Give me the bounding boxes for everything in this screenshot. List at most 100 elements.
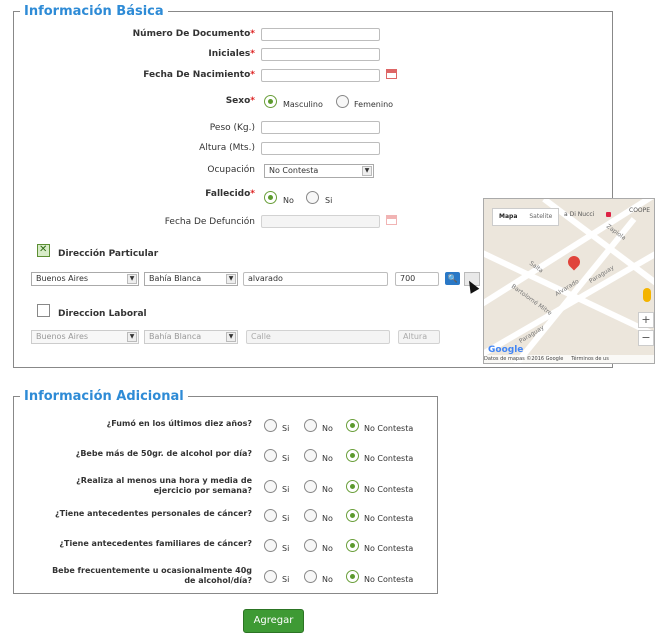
zoom-in-button[interactable]: + [638, 312, 654, 328]
dir-laboral-label: Direccion Laboral [58, 309, 147, 319]
sexo-label: Sexo* [225, 96, 255, 106]
zoom-out-button[interactable]: − [638, 330, 654, 346]
localidad-select[interactable]: Bahía Blanca ▼ [144, 272, 238, 286]
sexo-masculino-radio[interactable] [264, 95, 277, 108]
map-data-credit: Datos de mapas ©2016 Google [484, 356, 564, 362]
question-label: Bebe frecuentemente u ocasionalmente 40g… [52, 566, 252, 586]
option-label: Si [282, 514, 290, 523]
calendar-icon[interactable] [386, 69, 397, 79]
option-radio-no-contesta[interactable] [346, 419, 359, 432]
option-label: No Contesta [364, 485, 414, 494]
poi-marker-icon [606, 212, 611, 217]
laboral-provincia-select[interactable]: Buenos Aires ▼ [31, 330, 139, 344]
ocupacion-select[interactable]: No Contesta ▼ [264, 164, 374, 178]
calle-input[interactable]: alvarado [243, 272, 388, 286]
option-radio-no-contesta[interactable] [346, 509, 359, 522]
option-label: Si [282, 424, 290, 433]
provincia-value: Buenos Aires [36, 274, 89, 283]
option-label: No Contesta [364, 424, 414, 433]
dir-particular-checkbox[interactable] [37, 244, 50, 257]
altura-label: Altura (Mts.) [199, 143, 255, 153]
iniciales-input[interactable] [261, 48, 380, 61]
question-line-2: de alcohol/día? [184, 576, 252, 585]
option-label: No [322, 485, 333, 494]
fallecido-label: Fallecido* [205, 189, 255, 199]
option-radio-no-contesta[interactable] [346, 449, 359, 462]
question-line-1: ¿Tiene antecedentes familiares de cáncer… [59, 539, 252, 548]
sexo-femenino-radio[interactable] [336, 95, 349, 108]
laboral-localidad-value: Bahía Blanca [149, 332, 202, 341]
altura-input[interactable]: 700 [395, 272, 439, 286]
nacimiento-label: Fecha De Nacimiento* [143, 70, 255, 80]
question-row: ¿Fumó en los últimos diez años? [0, 419, 252, 443]
question-label: ¿Fumó en los últimos diez años? [107, 419, 252, 429]
map-type-mapa[interactable]: Mapa [493, 209, 523, 225]
option-label: No Contesta [364, 544, 414, 553]
chevron-down-icon: ▼ [226, 274, 236, 284]
provincia-select[interactable]: Buenos Aires ▼ [31, 272, 139, 286]
calendar-icon[interactable] [386, 215, 397, 225]
map-attribution: Datos de mapas ©2016 Google Términos de u… [484, 355, 654, 363]
chevron-down-icon: ▼ [226, 332, 236, 342]
option-radio-no[interactable] [304, 570, 317, 583]
defuncion-label: Fecha De Defunción [164, 217, 255, 227]
altura-placeholder: Altura [403, 332, 428, 341]
poi2-label: COOPE [629, 207, 651, 214]
fallecido-si-radio[interactable] [306, 191, 319, 204]
option-radio-no-contesta[interactable] [346, 539, 359, 552]
calle-placeholder: Calle [251, 332, 271, 341]
option-radio-no-contesta[interactable] [346, 480, 359, 493]
search-button[interactable]: 🔍 [445, 272, 460, 285]
map-terms-link[interactable]: Términos de us [571, 356, 609, 362]
option-radio-si[interactable] [264, 539, 277, 552]
option-radio-si[interactable] [264, 480, 277, 493]
question-label: ¿Bebe más de 50gr. de alcohol por día? [76, 449, 252, 459]
chevron-down-icon: ▼ [362, 166, 372, 176]
search-icon: 🔍 [447, 274, 458, 283]
question-row: ¿Bebe más de 50gr. de alcohol por día? [0, 449, 252, 473]
fallecido-no-radio[interactable] [264, 191, 277, 204]
option-radio-no-contesta[interactable] [346, 570, 359, 583]
chevron-down-icon: ▼ [127, 332, 137, 342]
option-radio-si[interactable] [264, 509, 277, 522]
question-row: ¿Realiza al menos una hora y media de eje… [0, 476, 252, 500]
option-label: Si [282, 575, 290, 584]
poi-label: a Di Nucci [564, 211, 595, 218]
question-label: ¿Realiza al menos una hora y media de eje… [76, 476, 252, 496]
option-radio-no[interactable] [304, 509, 317, 522]
map-popup[interactable]: Mapa Satelite a Di Nucci COOPE Zapiola S… [483, 198, 655, 364]
question-label: ¿Tiene antecedentes familiares de cáncer… [59, 539, 252, 549]
option-radio-no[interactable] [304, 539, 317, 552]
option-label: Si [282, 485, 290, 494]
iniciales-label: Iniciales* [208, 49, 255, 59]
fallecido-no-label: No [283, 196, 294, 205]
pegman-icon[interactable] [643, 288, 651, 302]
option-label: No [322, 575, 333, 584]
agregar-button[interactable]: Agregar [243, 609, 304, 633]
laboral-localidad-select[interactable]: Bahía Blanca ▼ [144, 330, 238, 344]
laboral-calle-input[interactable]: Calle [246, 330, 390, 344]
dir-laboral-checkbox[interactable] [37, 304, 50, 317]
option-label: No Contesta [364, 514, 414, 523]
option-radio-no[interactable] [304, 449, 317, 462]
option-radio-no[interactable] [304, 419, 317, 432]
documento-label: Número De Documento* [132, 29, 255, 39]
question-row: Bebe frecuentemente u ocasionalmente 40g… [0, 566, 252, 590]
altura-input[interactable] [261, 142, 380, 155]
laboral-altura-input[interactable]: Altura [398, 330, 440, 344]
option-radio-si[interactable] [264, 449, 277, 462]
nacimiento-input[interactable] [261, 69, 380, 82]
peso-input[interactable] [261, 121, 380, 134]
option-label: No [322, 514, 333, 523]
option-label: No Contesta [364, 575, 414, 584]
map-type-toggle: Mapa Satelite [492, 208, 560, 226]
map-type-satelite[interactable]: Satelite [523, 209, 558, 225]
basic-labels: Número De Documento* Iniciales* Fecha De… [0, 0, 255, 240]
defuncion-input[interactable] [261, 215, 380, 228]
option-radio-si[interactable] [264, 570, 277, 583]
option-label: No [322, 424, 333, 433]
option-radio-no[interactable] [304, 480, 317, 493]
documento-input[interactable] [261, 28, 380, 41]
question-line-1: ¿Realiza al menos una hora y media de [76, 476, 252, 485]
option-radio-si[interactable] [264, 419, 277, 432]
